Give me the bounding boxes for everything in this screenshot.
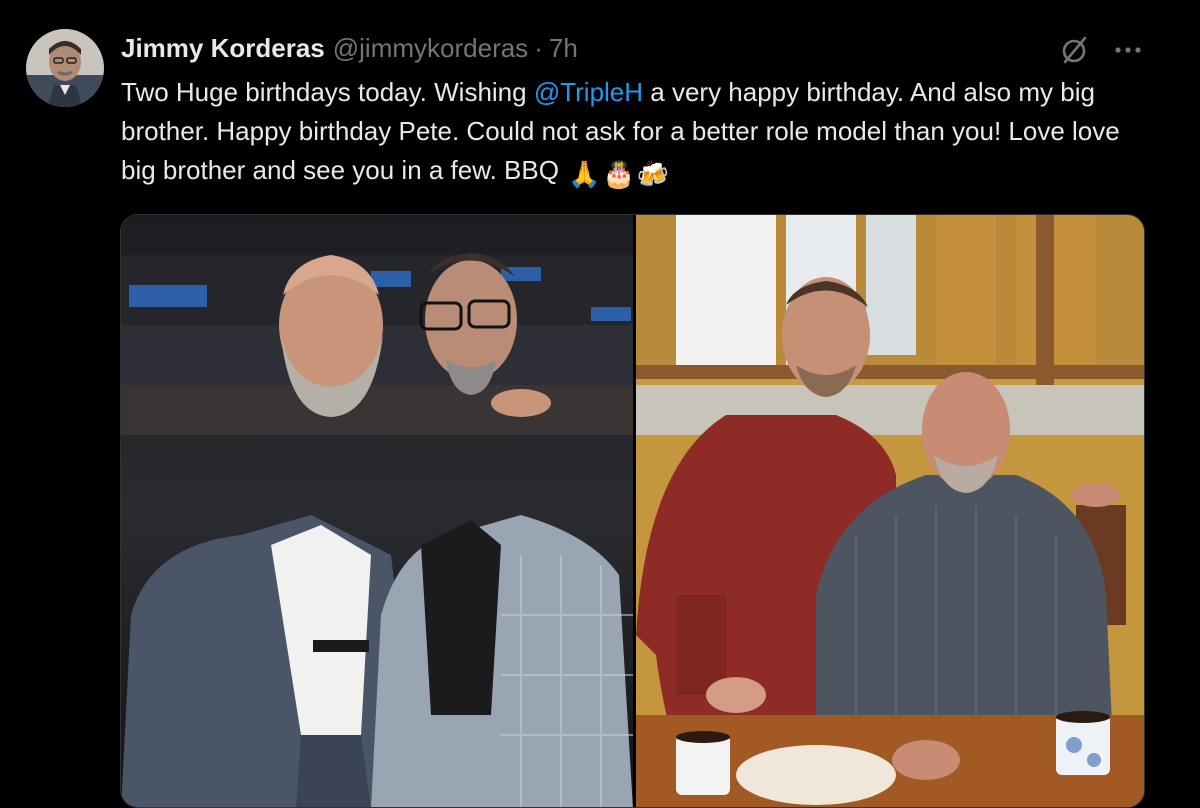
media-grid bbox=[120, 214, 1145, 808]
header-separator: · bbox=[534, 33, 543, 63]
more-icon[interactable] bbox=[1108, 32, 1148, 68]
mention-link[interactable]: @TripleH bbox=[534, 77, 643, 107]
kitchen-photo[interactable] bbox=[636, 215, 1144, 807]
tweet-timestamp[interactable]: 7h bbox=[549, 30, 578, 66]
author-handle[interactable]: @jimmykorderas bbox=[333, 30, 528, 66]
folded-hands-emoji: 🙏 bbox=[568, 159, 601, 189]
grok-icon[interactable] bbox=[1056, 32, 1092, 68]
tweet[interactable]: Jimmy Korderas @jimmykorderas · 7h Two H… bbox=[0, 0, 1200, 808]
author-display-name[interactable]: Jimmy Korderas bbox=[121, 30, 325, 66]
tweet-text: Two Huge birthdays today. Wishing @Tripl… bbox=[121, 73, 1161, 194]
tweet-text-part-1: Two Huge birthdays today. Wishing bbox=[121, 77, 534, 107]
clinking-beers-emoji: 🍻 bbox=[636, 159, 670, 189]
tweet-header: Jimmy Korderas @jimmykorderas · 7h bbox=[121, 30, 578, 66]
birthday-cake-emoji: 🎂 bbox=[602, 159, 635, 189]
avatar[interactable] bbox=[26, 29, 104, 107]
avatar-image bbox=[26, 29, 104, 107]
arena-photo[interactable] bbox=[121, 215, 633, 807]
